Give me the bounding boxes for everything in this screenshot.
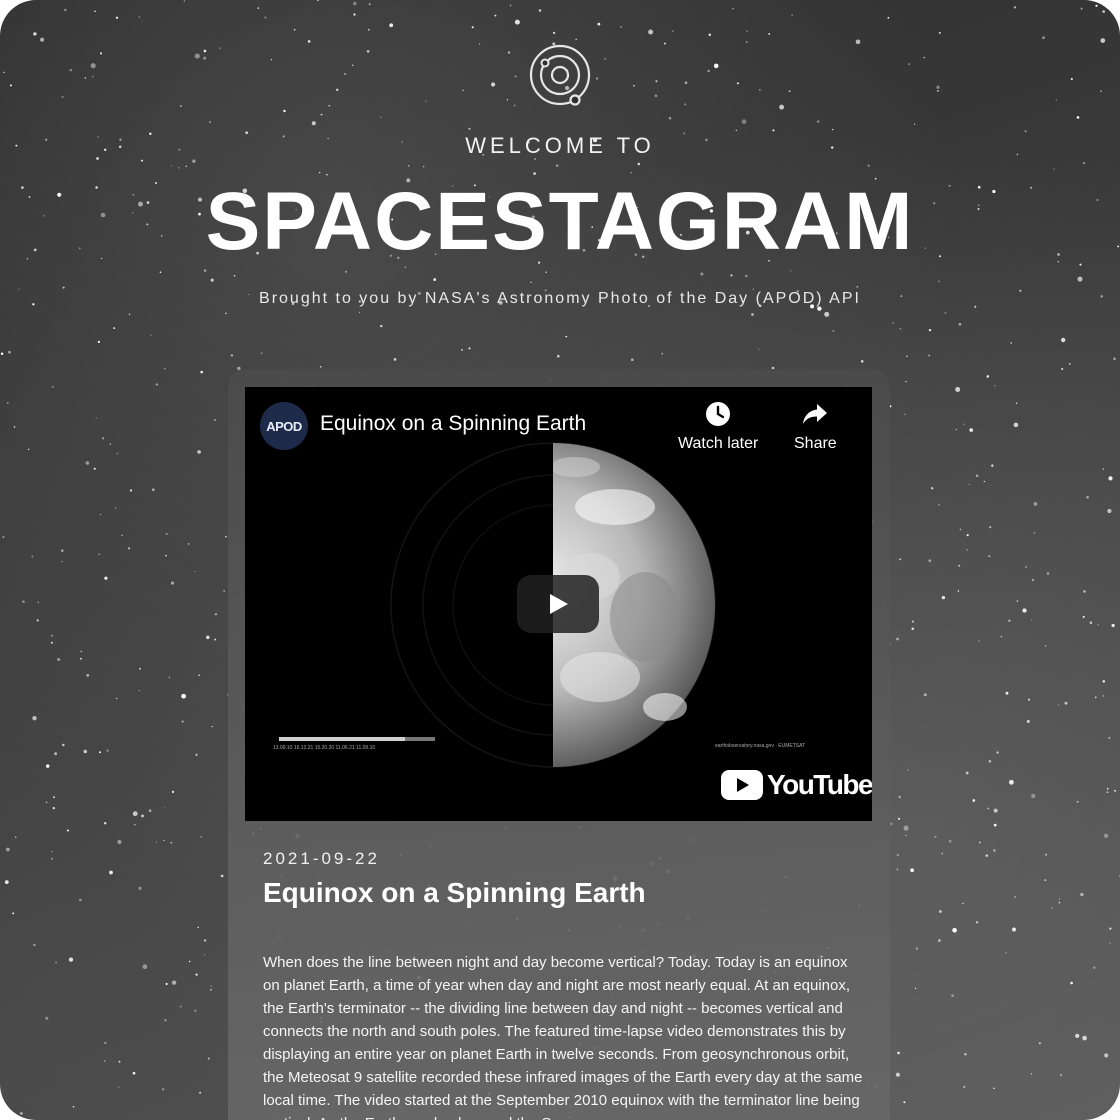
svg-text:13.09.10 16.12.21 15.20.20: 13.09.10 16.12.21 15.20.20 11.06.21 11.0… (273, 745, 375, 751)
post-date: 2021-09-22 (263, 849, 380, 868)
post-card: 13.09.10 16.12.21 15.20.20 11.06.21 11.0… (228, 369, 890, 1120)
channel-avatar[interactable]: APOD (260, 402, 308, 450)
play-button[interactable] (517, 575, 599, 633)
clock-icon (706, 402, 731, 426)
svg-text:earthobservatory.nasa.gov · EU: earthobservatory.nasa.gov · EUMETSAT (715, 743, 805, 749)
post-title: Equinox on a Spinning Earth (263, 877, 646, 908)
youtube-logo[interactable]: YouTube (721, 769, 872, 801)
share-arrow-icon (803, 404, 828, 424)
watch-later-label: Watch later (678, 435, 759, 452)
watch-later-button[interactable]: Watch later (678, 401, 758, 453)
solar-system-icon (529, 44, 591, 106)
post-explanation: When does the line between night and day… (263, 954, 863, 1120)
youtube-wordmark: YouTube (767, 769, 872, 800)
video-player[interactable]: 13.09.10 16.12.21 15.20.20 11.06.21 11.0… (245, 387, 872, 821)
share-button[interactable]: Share (794, 401, 837, 453)
video-title[interactable]: Equinox on a Spinning Earth (320, 412, 586, 436)
app-subtitle: Brought to you by NASA's Astronomy Photo… (259, 290, 861, 307)
share-label: Share (794, 435, 837, 452)
app-window: WELCOME TO SPACESTAGRAM Brought to you b… (0, 0, 1120, 1120)
youtube-icon (721, 770, 763, 800)
app-title: SPACESTAGRAM (205, 176, 915, 267)
play-icon (550, 594, 568, 614)
welcome-text: WELCOME TO (465, 133, 655, 158)
